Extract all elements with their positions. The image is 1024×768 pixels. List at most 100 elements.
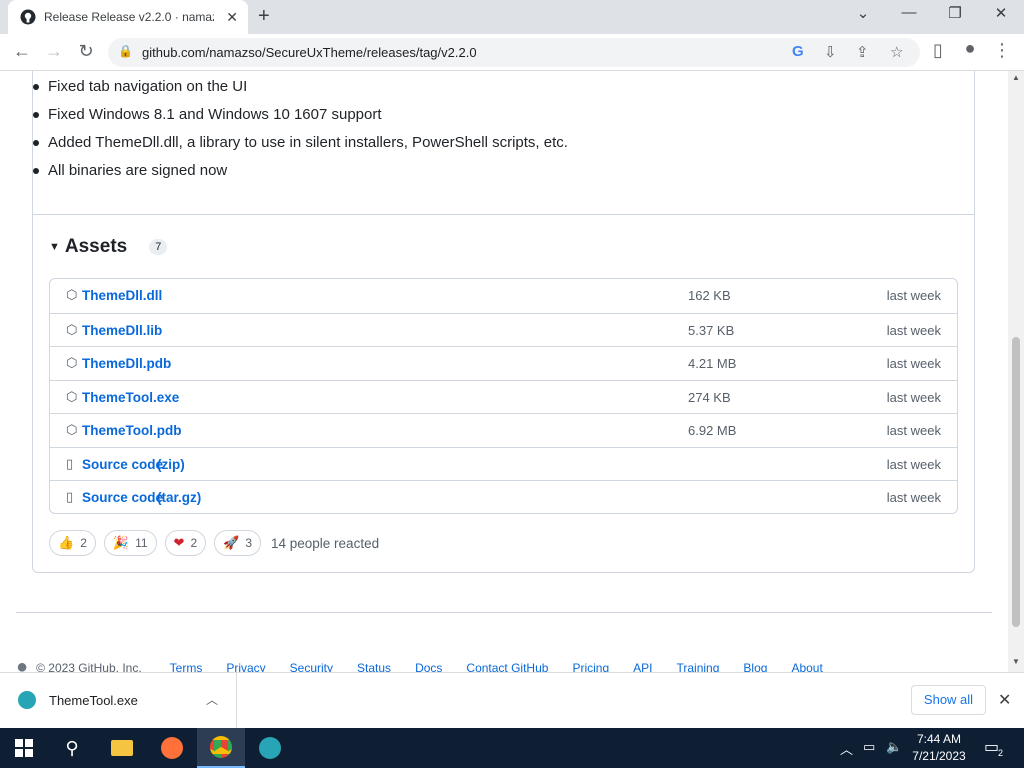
download-item[interactable]: ThemeTool.exe ︿ — [0, 673, 237, 729]
download-file-icon — [18, 691, 36, 709]
asset-name-link[interactable]: ThemeTool.pdb — [82, 423, 182, 438]
heart-icon: ❤ — [173, 535, 185, 550]
asset-name-link[interactable]: Source code — [82, 490, 163, 505]
asset-row[interactable]: ⬡ ThemeTool.pdb 6.92 MB last week — [50, 413, 957, 447]
site-footer: ● © 2023 GitHub, Inc. Terms Privacy Secu… — [16, 656, 847, 672]
reaction-count: 2 — [190, 536, 198, 550]
close-window-button[interactable]: ✕ — [986, 4, 1016, 22]
volume-muted-icon[interactable]: 🔈 — [886, 739, 902, 755]
reaction-thumbs-up[interactable]: 👍 2 — [49, 530, 96, 556]
footer-link-pricing[interactable]: Pricing — [572, 661, 609, 673]
network-icon[interactable]: ▭ — [863, 739, 875, 755]
asset-size: 162 KB — [688, 288, 731, 303]
reaction-rocket[interactable]: 🚀 3 — [214, 530, 261, 556]
menu-icon[interactable]: ⋮ — [990, 40, 1014, 61]
chrome-icon[interactable] — [197, 728, 245, 768]
release-note-item: Fixed tab navigation on the UI — [33, 77, 568, 105]
asset-size: 274 KB — [688, 389, 731, 405]
footer-link-blog[interactable]: Blog — [743, 661, 767, 673]
bookmark-star-icon[interactable]: ☆ — [890, 43, 903, 61]
asset-row[interactable]: ⬡ ThemeDll.pdb 4.21 MB last week — [50, 346, 957, 380]
asset-format-label[interactable]: (zip) — [157, 457, 185, 472]
lock-icon[interactable]: 🔒 — [118, 44, 133, 58]
footer-link-contact[interactable]: Contact GitHub — [466, 661, 548, 673]
package-icon: ⬡ — [66, 422, 78, 437]
footer-link-privacy[interactable]: Privacy — [226, 661, 265, 673]
windows-logo-icon — [15, 739, 33, 757]
footer-link-security[interactable]: Security — [290, 661, 333, 673]
profile-avatar-icon[interactable]: ● — [958, 38, 982, 59]
assets-toggle[interactable]: ▼ Assets 7 — [49, 236, 168, 258]
new-tab-button[interactable]: + — [258, 5, 270, 28]
scroll-down-icon[interactable]: ▼ — [1012, 657, 1020, 666]
asset-name-link[interactable]: ThemeDll.lib — [82, 323, 162, 338]
side-panel-icon[interactable]: ▯ — [926, 40, 950, 61]
asset-time: last week — [886, 490, 941, 505]
browser-toolbar: ← → ↻ 🔒 github.com/namazso/SecureUxTheme… — [0, 34, 1024, 71]
asset-name-link[interactable]: Source code — [82, 457, 163, 472]
share-icon[interactable]: ⇪ — [856, 43, 869, 61]
minimize-button[interactable]: — — [894, 4, 924, 21]
tab-strip: Release Release v2.2.0 · namazso ✕ + ⌄ —… — [0, 0, 1024, 34]
footer-link-docs[interactable]: Docs — [415, 661, 442, 673]
asset-format-label[interactable]: (tar.gz) — [157, 490, 201, 505]
address-bar[interactable]: 🔒 github.com/namazso/SecureUxTheme/relea… — [108, 38, 920, 67]
search-icon[interactable]: ⚲ — [48, 728, 96, 768]
page-scrollbar[interactable]: ▲ ▼ — [1008, 71, 1024, 672]
windows-taskbar: ⚲ ︿ ▭ 🔈 7:44 AM 7/21/2023 ▭ 2 — [0, 728, 1024, 768]
asset-size: 6.92 MB — [688, 423, 737, 438]
scrollbar-thumb[interactable] — [1012, 337, 1020, 627]
chevron-up-icon[interactable]: ︿ — [206, 691, 218, 708]
github-favicon-icon — [20, 9, 36, 25]
asset-time: last week — [886, 288, 941, 303]
url-text[interactable]: github.com/namazso/SecureUxTheme/release… — [142, 45, 477, 60]
tray-chevron-icon[interactable]: ︿ — [840, 739, 853, 758]
google-translate-icon[interactable]: G — [792, 43, 804, 60]
tab-close-icon[interactable]: ✕ — [226, 9, 238, 26]
asset-time: last week — [886, 456, 941, 472]
install-icon[interactable]: ⇩ — [824, 43, 837, 61]
firefox-icon[interactable] — [148, 728, 196, 768]
clock-date: 7/21/2023 — [912, 749, 966, 763]
tab-search-button[interactable]: ⌄ — [848, 4, 878, 22]
system-clock[interactable]: 7:44 AM 7/21/2023 — [906, 731, 972, 765]
footer-link-status[interactable]: Status — [357, 661, 391, 673]
reaction-hooray[interactable]: 🎉 11 — [103, 530, 157, 556]
asset-name-link[interactable]: ThemeDll.pdb — [82, 356, 171, 371]
asset-row[interactable]: ⬡ ThemeDll.dll 162 KB last week — [50, 279, 957, 313]
forward-icon[interactable]: → — [42, 41, 66, 62]
github-logo-icon[interactable]: ● — [16, 656, 28, 672]
reaction-count: 2 — [80, 536, 87, 550]
asset-name-link[interactable]: ThemeDll.dll — [82, 288, 162, 303]
restore-button[interactable]: ❐ — [940, 4, 970, 22]
asset-name-link[interactable]: ThemeTool.exe — [82, 390, 179, 405]
rocket-icon: 🚀 — [223, 535, 240, 550]
assets-count-badge: 7 — [149, 239, 168, 255]
asset-row[interactable]: ▯ Source code (zip) last week — [50, 446, 957, 481]
footer-link-terms[interactable]: Terms — [170, 661, 203, 673]
footer-link-api[interactable]: API — [633, 661, 652, 673]
release-notes-list: Fixed tab navigation on the UI Fixed Win… — [33, 77, 568, 189]
notification-count: 2 — [998, 748, 1004, 758]
caret-down-icon: ▼ — [49, 241, 60, 253]
reactions-summary: 14 people reacted — [271, 535, 380, 551]
close-download-bar-icon[interactable]: ✕ — [998, 690, 1011, 710]
browser-tab[interactable]: Release Release v2.2.0 · namazso ✕ — [8, 0, 248, 34]
asset-time: last week — [886, 322, 941, 338]
asset-row[interactable]: ⬡ ThemeDll.lib 5.37 KB last week — [50, 312, 957, 347]
footer-link-training[interactable]: Training — [676, 661, 719, 673]
themetool-icon[interactable] — [246, 728, 294, 768]
back-icon[interactable]: ← — [10, 41, 34, 62]
reload-icon[interactable]: ↻ — [74, 41, 98, 62]
asset-row[interactable]: ▯ Source code (tar.gz) last week — [50, 480, 957, 513]
notification-center-icon[interactable]: ▭ — [984, 737, 999, 757]
asset-row[interactable]: ⬡ ThemeTool.exe 274 KB last week — [50, 379, 957, 414]
zip-icon: ▯ — [66, 455, 74, 471]
file-explorer-icon[interactable] — [98, 728, 146, 768]
scroll-up-icon[interactable]: ▲ — [1012, 73, 1020, 82]
reaction-heart[interactable]: ❤ 2 — [164, 530, 207, 556]
show-all-button[interactable]: Show all — [911, 685, 986, 715]
start-button[interactable] — [0, 728, 48, 768]
release-note-item: All binaries are signed now — [33, 161, 568, 189]
footer-link-about[interactable]: About — [791, 661, 822, 673]
